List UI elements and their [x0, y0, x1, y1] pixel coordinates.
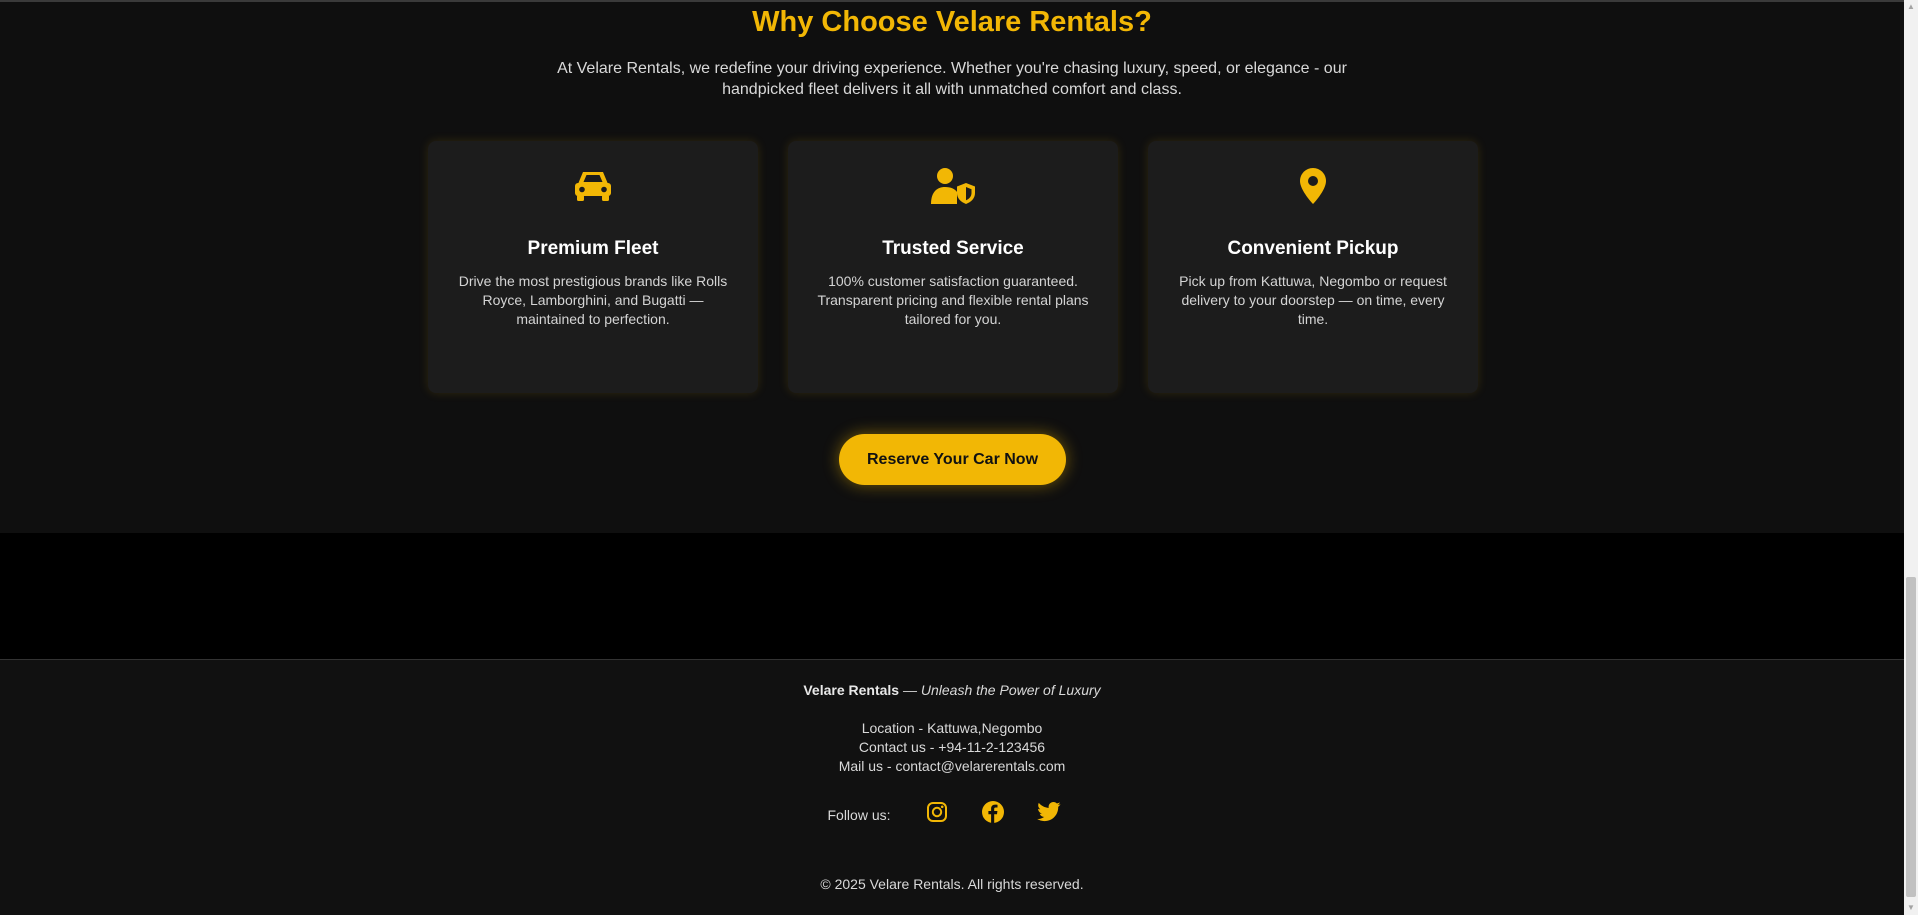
- feature-text: 100% customer satisfaction guaranteed. T…: [817, 273, 1089, 327]
- footer-contact: Contact us - +94-11-2-123456: [858, 739, 1046, 755]
- instagram-icon[interactable]: [924, 799, 950, 825]
- vertical-scrollbar[interactable]: ▲ ▼: [1904, 0, 1918, 915]
- feature-title: Convenient Pickup: [1227, 238, 1399, 259]
- feature-title: Trusted Service: [882, 238, 1024, 259]
- footer-brand: Velare Rentals: [803, 682, 900, 698]
- car-icon: [428, 165, 758, 207]
- feature-title: Premium Fleet: [527, 238, 659, 259]
- feature-text: Drive the most prestigious brands like R…: [458, 273, 728, 327]
- feature-text: Pick up from Kattuwa, Negombo or request…: [1179, 273, 1447, 327]
- scrollbar-thumb[interactable]: [1906, 577, 1916, 897]
- twitter-icon[interactable]: [1036, 799, 1062, 825]
- footer-copyright: © 2025 Velare Rentals. All rights reserv…: [820, 876, 1084, 892]
- why-choose-section: Why Choose Velare Rentals? At Velare Ren…: [0, 2, 1904, 533]
- footer-slogan: — Unleash the Power of Luxury: [902, 682, 1101, 698]
- footer-tagline: Velare Rentals — Unleash the Power of Lu…: [0, 682, 1904, 698]
- section-intro: At Velare Rentals, we redefine your driv…: [557, 60, 1347, 98]
- follow-label: Follow us:: [827, 807, 891, 823]
- feature-card-convenient-pickup: Convenient Pickup Pick up from Kattuwa, …: [1148, 141, 1478, 393]
- scroll-up-arrow-icon[interactable]: ▲: [1904, 0, 1918, 14]
- follow-us-row: Follow us:: [0, 799, 1904, 825]
- page-viewport: Why Choose Velare Rentals? At Velare Ren…: [0, 0, 1918, 915]
- feature-card-premium-fleet: Premium Fleet Drive the most prestigious…: [428, 141, 758, 393]
- feature-card-trusted-service: Trusted Service 100% customer satisfacti…: [788, 141, 1118, 393]
- site-footer: Velare Rentals — Unleash the Power of Lu…: [0, 659, 1904, 915]
- footer-location: Location - Kattuwa,Negombo: [861, 720, 1043, 736]
- location-pin-icon: [1148, 165, 1478, 207]
- scroll-down-arrow-icon[interactable]: ▼: [1904, 901, 1918, 915]
- section-title: Why Choose Velare Rentals?: [752, 6, 1152, 38]
- user-shield-icon: [788, 165, 1118, 207]
- facebook-icon[interactable]: [980, 799, 1006, 825]
- footer-mail: Mail us - contact@velarerentals.com: [838, 758, 1066, 774]
- spacer-band: [0, 533, 1904, 659]
- reserve-car-button[interactable]: Reserve Your Car Now: [839, 434, 1066, 485]
